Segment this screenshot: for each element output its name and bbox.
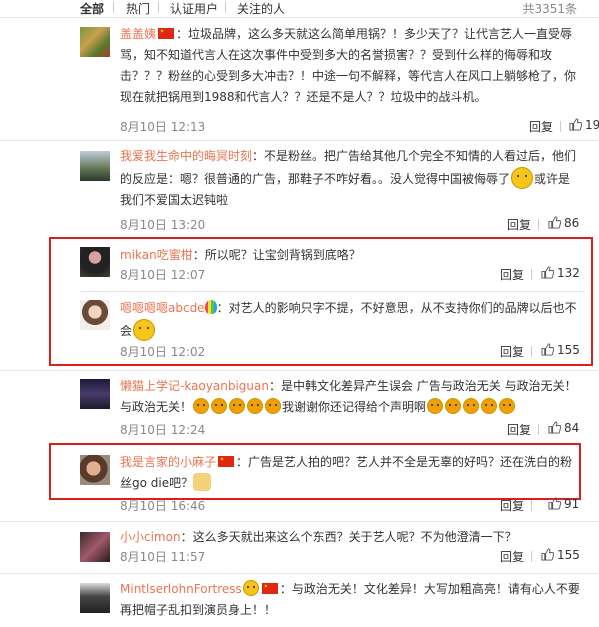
thumbs-up-icon	[548, 421, 561, 434]
action-separator	[531, 551, 532, 562]
comment-username[interactable]: mikan吃蜜柑	[120, 248, 193, 262]
reply-button[interactable]: 回复	[507, 216, 531, 233]
comment-username[interactable]: MintlserlohnFortress	[120, 582, 242, 596]
angry-emoji-icon	[247, 398, 264, 414]
user-avatar[interactable]	[80, 379, 110, 409]
like-count: 132	[557, 266, 580, 280]
china-flag-icon	[158, 28, 175, 39]
comment-username[interactable]: 我爱我生命中的晦冥时刻	[120, 149, 252, 163]
reply-button[interactable]: 回复	[500, 343, 524, 360]
comment-time: 8月10日 12:24	[120, 423, 206, 437]
china-flag-icon	[218, 456, 235, 467]
user-avatar[interactable]	[80, 27, 110, 57]
reply-button[interactable]: 回复	[500, 266, 524, 283]
thumbs-up-icon	[548, 216, 561, 229]
reply-button[interactable]: 回复	[500, 497, 524, 514]
action-separator	[531, 500, 532, 511]
tab-all[interactable]: 全部	[80, 0, 104, 17]
user-avatar[interactable]	[80, 151, 110, 181]
laughing-emoji-icon	[511, 167, 534, 189]
angry-emoji-icon	[229, 398, 246, 414]
action-separator	[531, 269, 532, 280]
like-count: 91	[564, 497, 580, 511]
like-count: 86	[564, 216, 580, 230]
comment-username[interactable]: 嗯嗯嗯嗯abcde	[120, 301, 205, 315]
angry-emoji-icon	[211, 398, 228, 414]
like-button[interactable]: 84	[548, 421, 579, 435]
like-button[interactable]: 155	[541, 548, 580, 562]
divider	[0, 521, 599, 522]
thumbs-up-icon	[548, 497, 561, 510]
comment-time: 8月10日 12:07	[120, 268, 206, 282]
divider	[0, 573, 599, 574]
divider	[0, 17, 599, 18]
thumbs-up-icon	[541, 343, 554, 356]
tab-hot[interactable]: 热门	[126, 0, 150, 17]
comment-total-count: 共3351条	[522, 2, 577, 16]
divider	[0, 140, 599, 141]
reply-button[interactable]: 回复	[500, 548, 524, 565]
angry-emoji-icon	[427, 398, 444, 414]
action-separator	[531, 346, 532, 357]
comment-username[interactable]: 我是言家的小麻子	[120, 455, 216, 469]
like-button[interactable]: 155	[541, 343, 580, 357]
comment-text-continued: 我谢谢你还记得给个声明啊	[282, 400, 427, 414]
tab-separator	[225, 2, 226, 13]
tab-following[interactable]: 关注的人	[237, 0, 285, 17]
like-button[interactable]: 193	[569, 118, 599, 132]
tab-separator	[113, 2, 114, 13]
divider	[0, 370, 599, 371]
action-separator	[538, 424, 539, 435]
angry-emoji-icon	[265, 398, 282, 414]
smile-emoji-icon	[133, 319, 156, 341]
comment-time: 8月10日 12:13	[120, 120, 206, 134]
comment-username[interactable]: 小小cimon	[120, 530, 181, 544]
tab-verified-users[interactable]: 认证用户	[170, 0, 218, 17]
comment-text: ：这么多天就出来这么个东西？关于艺人呢？不为他澄清一下？	[180, 530, 517, 544]
user-avatar[interactable]	[80, 247, 110, 277]
thumbs-up-icon	[541, 548, 554, 561]
comment-username[interactable]: 懒猫上学记-kaoyanbiguan	[120, 379, 269, 393]
comment-time: 8月10日 11:57	[120, 550, 206, 564]
user-avatar[interactable]	[80, 532, 110, 562]
angry-emoji-icon	[193, 398, 210, 414]
like-button[interactable]: 91	[548, 497, 579, 511]
tab-separator	[158, 2, 159, 13]
thumbs-up-icon	[569, 118, 582, 131]
reply-button[interactable]: 回复	[507, 421, 531, 438]
emoji-icon	[242, 580, 259, 596]
rainbow-bulb-icon	[204, 300, 217, 314]
comment-username[interactable]: 盖盖姨	[120, 27, 156, 41]
action-separator	[560, 121, 561, 132]
angry-emoji-icon	[481, 398, 498, 414]
action-separator	[538, 219, 539, 230]
angry-emoji-icon	[445, 398, 462, 414]
comment-time: 8月10日 12:02	[120, 345, 206, 359]
comment-text: ：所以呢？让宝剑背锅到底咯？	[192, 248, 361, 262]
like-button[interactable]: 86	[548, 216, 579, 230]
reply-button[interactable]: 回复	[529, 118, 553, 135]
user-avatar[interactable]	[80, 300, 110, 330]
like-count: 155	[557, 548, 580, 562]
like-count: 155	[557, 343, 580, 357]
doge-emoji-icon	[193, 473, 212, 491]
user-avatar[interactable]	[80, 455, 110, 485]
comment-time: 8月10日 16:46	[120, 499, 206, 513]
angry-emoji-icon	[463, 398, 480, 414]
china-flag-icon	[261, 583, 278, 594]
comment-time: 8月10日 13:20	[120, 218, 206, 232]
user-avatar[interactable]	[80, 583, 110, 613]
like-count: 193	[585, 118, 599, 132]
like-count: 84	[564, 421, 580, 435]
comment-text: ：垃圾品牌，这么多天就这么简单甩锅？！多少天了？让代言艺人一直受辱骂，知不知道代…	[120, 27, 577, 104]
like-button[interactable]: 132	[541, 266, 580, 280]
divider	[80, 291, 585, 292]
angry-emoji-icon	[499, 398, 516, 414]
thumbs-up-icon	[541, 266, 554, 279]
comment-filter-tabs: 全部 热门 认证用户 关注的人 共3351条	[0, 0, 599, 16]
